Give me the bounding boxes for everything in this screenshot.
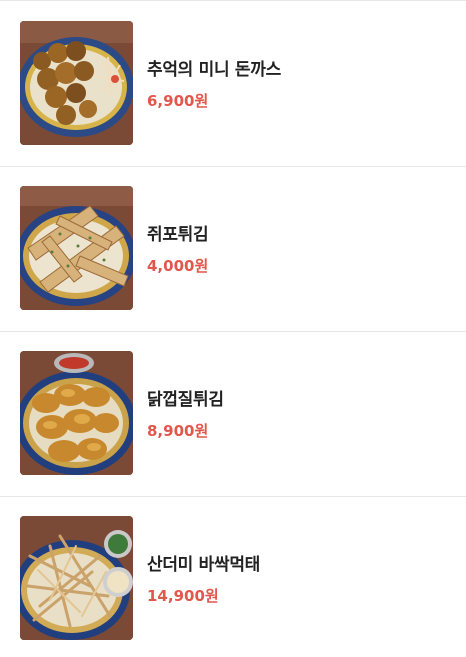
menu-item-photo[interactable] <box>20 186 133 310</box>
menu-item-photo[interactable] <box>20 516 133 640</box>
menu-item-name: 산더미 바싹먹태 <box>147 555 260 575</box>
menu-item-price: 4,000원 <box>147 257 209 275</box>
menu-item-name: 닭껍질튀김 <box>147 390 224 410</box>
menu-item-fried-chicken-skin[interactable]: 닭껍질튀김 8,900원 <box>0 331 466 496</box>
menu-list: 추억의 미니 돈까스 6,900원 쥐포튀김 4,000원 닭껍질튀김 8,90… <box>0 0 466 657</box>
menu-item-name: 추억의 미니 돈까스 <box>147 60 281 80</box>
menu-item-price: 6,900원 <box>147 92 209 110</box>
menu-item-fried-filefish-jerky[interactable]: 쥐포튀김 4,000원 <box>0 166 466 331</box>
menu-item-photo[interactable] <box>20 21 133 145</box>
menu-item-crispy-dried-pollack[interactable]: 산더미 바싹먹태 14,900원 <box>0 496 466 657</box>
menu-item-name: 쥐포튀김 <box>147 225 209 245</box>
menu-item-price: 14,900원 <box>147 587 219 605</box>
menu-item-photo[interactable] <box>20 351 133 475</box>
menu-item-mini-pork-cutlet[interactable]: 추억의 미니 돈까스 6,900원 <box>0 1 466 166</box>
menu-item-price: 8,900원 <box>147 422 209 440</box>
